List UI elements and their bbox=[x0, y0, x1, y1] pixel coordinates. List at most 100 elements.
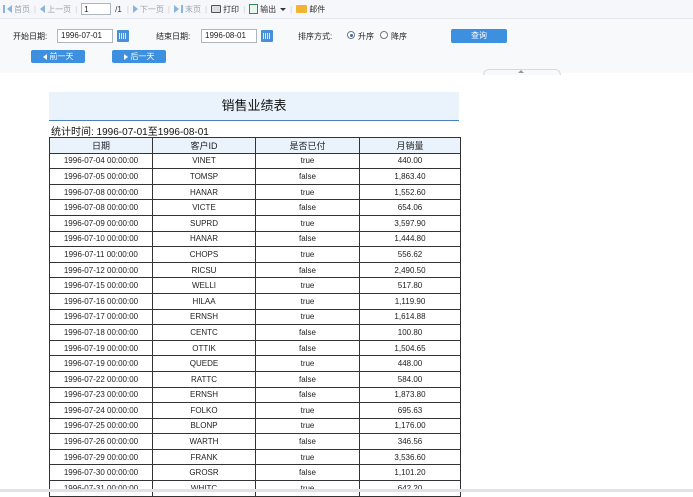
cell-sales: 517.80 bbox=[359, 277, 461, 294]
table-row: 1996-07-19 00:00:00 QUEDE true 448.00 bbox=[49, 355, 461, 372]
prev-page-label: 上一页 bbox=[47, 4, 72, 14]
table-row: 1996-07-11 00:00:00 CHOPS true 556.62 bbox=[49, 246, 461, 263]
cell-customer-id: FRANK bbox=[152, 448, 256, 466]
prev-page-button[interactable]: 上一页 bbox=[37, 4, 74, 15]
table-row: 1996-07-22 00:00:00 RATTC false 584.00 bbox=[49, 370, 461, 388]
cell-paid: true bbox=[255, 246, 360, 263]
start-date-label: 开始日期: bbox=[13, 32, 48, 41]
column-header-date: 日期 bbox=[49, 137, 153, 154]
cell-customer-id: QUEDE bbox=[152, 355, 256, 372]
cell-paid: true bbox=[255, 417, 360, 435]
table-row: 1996-07-16 00:00:00 HILAA true 1,119.90 bbox=[49, 292, 461, 310]
sort-asc-radio[interactable] bbox=[347, 31, 355, 39]
chevron-down-icon bbox=[280, 7, 287, 11]
last-page-button[interactable]: 末页 bbox=[171, 4, 204, 15]
cell-paid: false bbox=[255, 230, 360, 248]
next-page-label: 下一页 bbox=[139, 4, 164, 14]
table-row: 1996-07-04 00:00:00 VINET true 440.00 bbox=[49, 152, 461, 170]
cell-customer-id: OTTIK bbox=[152, 339, 256, 357]
cell-sales: 695.63 bbox=[359, 402, 461, 419]
end-date-label: 结束日期: bbox=[156, 32, 191, 41]
cell-date: 1996-07-05 00:00:00 bbox=[49, 168, 153, 185]
cell-sales: 448.00 bbox=[359, 355, 461, 372]
cell-sales: 346.56 bbox=[359, 433, 461, 450]
prev-day-button[interactable]: 前一天 bbox=[31, 50, 85, 63]
cell-date: 1996-07-11 00:00:00 bbox=[49, 246, 153, 263]
column-header-customer: 客户ID bbox=[152, 137, 256, 154]
query-button-label: 查询 bbox=[471, 31, 487, 40]
cell-sales: 1,863.40 bbox=[359, 168, 461, 185]
cell-customer-id: TOMSP bbox=[152, 168, 256, 185]
cell-paid: false bbox=[255, 386, 360, 404]
mail-label: 邮件 bbox=[309, 4, 326, 14]
start-date-field[interactable]: 1996-07-01 bbox=[57, 29, 113, 43]
end-date-field[interactable]: 1996-08-01 bbox=[201, 29, 257, 43]
collapse-panel-handle[interactable] bbox=[483, 69, 561, 75]
query-button[interactable]: 查询 bbox=[451, 29, 507, 43]
cell-paid: false bbox=[255, 433, 360, 450]
report-toolbar: 首页 | 上一页 | /1 | 下一页 | 末页 | 打印 | 输出 | 邮件 bbox=[0, 0, 693, 19]
cell-sales: 1,873.80 bbox=[359, 386, 461, 404]
print-button[interactable]: 打印 bbox=[208, 4, 242, 15]
prev-page-icon bbox=[40, 5, 46, 13]
prev-day-label: 前一天 bbox=[49, 52, 74, 61]
cell-customer-id: VINET bbox=[152, 152, 256, 170]
start-calendar-icon[interactable] bbox=[117, 30, 129, 42]
cell-sales: 1,444.80 bbox=[359, 230, 461, 248]
cell-sales: 3,597.90 bbox=[359, 214, 461, 232]
report-title: 销售业绩表 bbox=[49, 92, 459, 121]
last-page-label: 末页 bbox=[184, 4, 201, 14]
cell-sales: 556.62 bbox=[359, 246, 461, 263]
sort-desc-radio[interactable] bbox=[380, 31, 388, 39]
sort-asc-label: 升序 bbox=[358, 32, 374, 41]
sales-table: 日期 客户ID 是否已付 月销量 1996-07-04 00:00:00 VINE… bbox=[49, 137, 461, 497]
table-row: 1996-07-18 00:00:00 CENTC false 100.80 bbox=[49, 324, 461, 341]
cell-customer-id: VICTE bbox=[152, 199, 256, 216]
table-row: 1996-07-10 00:00:00 HANAR false 1,444.80 bbox=[49, 230, 461, 248]
cell-sales: 1,504.65 bbox=[359, 339, 461, 357]
first-page-icon bbox=[3, 5, 5, 13]
mail-button[interactable]: 邮件 bbox=[293, 4, 328, 15]
export-label: 输出 bbox=[260, 4, 277, 14]
table-row: 1996-07-08 00:00:00 VICTE false 654.06 bbox=[49, 199, 461, 216]
cell-sales: 1,176.00 bbox=[359, 417, 461, 435]
table-row: 1996-07-09 00:00:00 SUPRD true 3,597.90 bbox=[49, 214, 461, 232]
page-number-input[interactable] bbox=[81, 3, 112, 15]
cell-date: 1996-07-25 00:00:00 bbox=[49, 417, 153, 435]
cell-customer-id: HILAA bbox=[152, 292, 256, 310]
cell-date: 1996-07-19 00:00:00 bbox=[49, 339, 153, 357]
end-calendar-icon[interactable] bbox=[261, 30, 273, 42]
cell-date: 1996-07-22 00:00:00 bbox=[49, 370, 153, 388]
cell-sales: 1,614.88 bbox=[359, 308, 461, 326]
export-button[interactable]: 输出 bbox=[246, 4, 289, 15]
table-row: 1996-07-23 00:00:00 ERNSH false 1,873.80 bbox=[49, 386, 461, 404]
cell-customer-id: CENTC bbox=[152, 324, 256, 341]
toolbar-divider: | bbox=[75, 4, 78, 14]
mail-icon bbox=[296, 5, 308, 13]
cell-customer-id: HANAR bbox=[152, 183, 256, 201]
next-day-button[interactable]: 后一天 bbox=[112, 50, 166, 63]
cell-sales: 1,552.60 bbox=[359, 183, 461, 201]
cell-customer-id: ERNSH bbox=[152, 308, 256, 326]
cell-date: 1996-07-04 00:00:00 bbox=[49, 152, 153, 170]
sort-desc-label: 降序 bbox=[391, 32, 407, 41]
cell-date: 1996-07-23 00:00:00 bbox=[49, 386, 153, 404]
cell-paid: false bbox=[255, 199, 360, 216]
table-row: 1996-07-17 00:00:00 ERNSH true 1,614.88 bbox=[49, 308, 461, 326]
report-period: 统计时间: 1996-07-01至1996-08-01 bbox=[51, 127, 209, 138]
first-page-button[interactable]: 首页 bbox=[0, 4, 33, 15]
cell-paid: true bbox=[255, 214, 360, 232]
table-row: 1996-07-05 00:00:00 TOMSP false 1,863.40 bbox=[49, 168, 461, 185]
cell-sales: 584.00 bbox=[359, 370, 461, 388]
cell-paid: false bbox=[255, 261, 360, 279]
cell-date: 1996-07-09 00:00:00 bbox=[49, 214, 153, 232]
cell-paid: true bbox=[255, 292, 360, 310]
cell-sales: 100.80 bbox=[359, 324, 461, 341]
cell-sales: 440.00 bbox=[359, 152, 461, 170]
next-page-button[interactable]: 下一页 bbox=[130, 4, 167, 15]
table-header-row: 日期 客户ID 是否已付 月销量 bbox=[49, 137, 461, 154]
cell-customer-id: RATTC bbox=[152, 370, 256, 388]
filter-panel: 开始日期: 1996-07-01 结束日期: 1996-08-01 排序方式: … bbox=[0, 19, 693, 73]
cell-paid: true bbox=[255, 308, 360, 326]
cell-date: 1996-07-17 00:00:00 bbox=[49, 308, 153, 326]
